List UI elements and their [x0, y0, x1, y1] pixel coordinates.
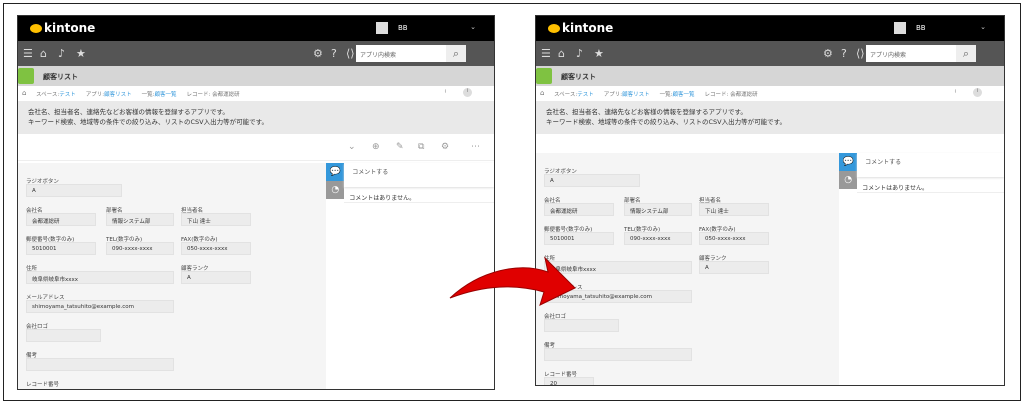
red-arrow-icon	[449, 256, 576, 306]
